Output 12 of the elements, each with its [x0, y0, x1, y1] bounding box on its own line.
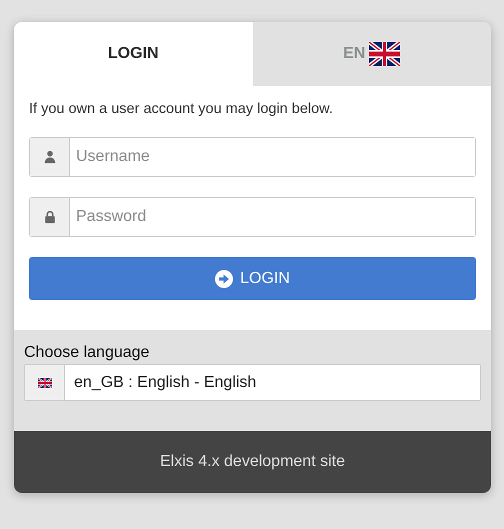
- password-field[interactable]: Password: [29, 197, 476, 237]
- flag-icon: [38, 378, 52, 388]
- login-button[interactable]: LOGIN: [29, 257, 476, 300]
- footer-text: Elxis 4.x development site: [14, 431, 491, 493]
- lock-icon: [42, 210, 56, 224]
- tab[interactable]: LOGIN: [14, 22, 252, 86]
- intro-text: If you own a user account you may login below.: [29, 101, 334, 117]
- flag-icon: [369, 42, 400, 66]
- username-field[interactable]: Username: [29, 137, 476, 177]
- user-icon: [42, 150, 56, 164]
- language-label: Choose language: [24, 344, 150, 362]
- language-select[interactable]: en_GB : English - English: [24, 364, 481, 401]
